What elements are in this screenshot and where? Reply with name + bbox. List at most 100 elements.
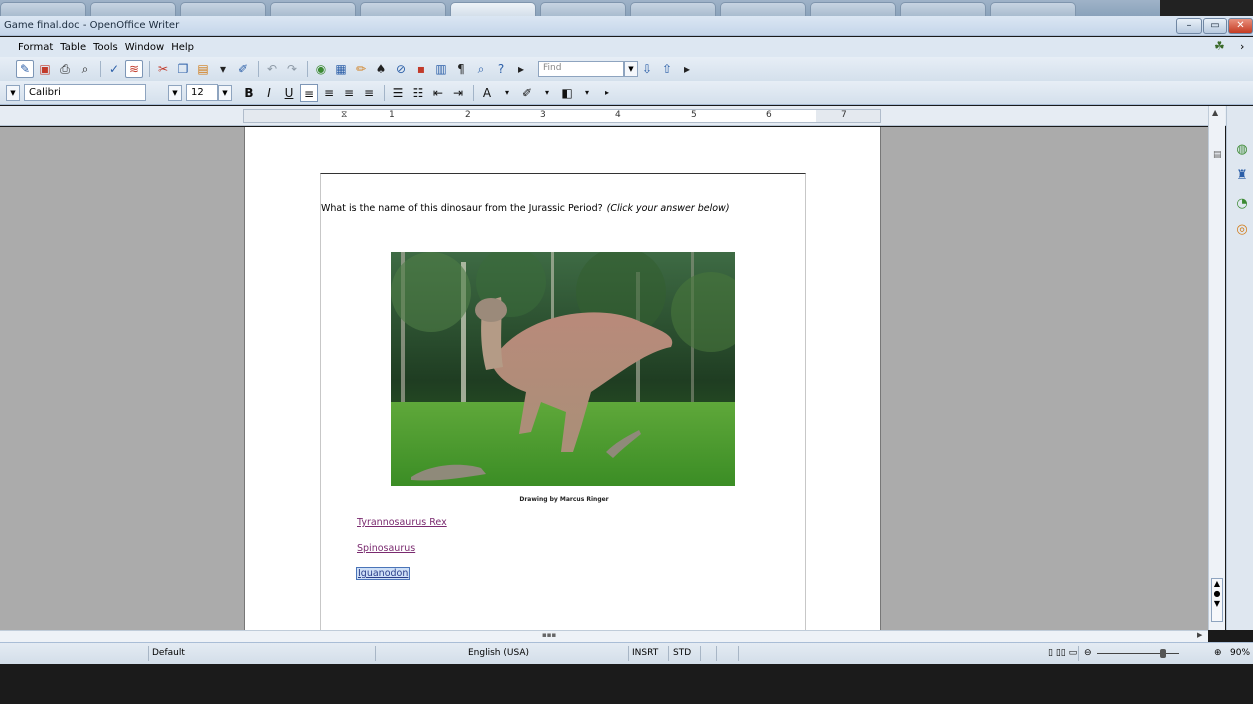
- background-color-icon[interactable]: ◧: [558, 84, 576, 102]
- dinosaur-image[interactable]: [391, 252, 735, 486]
- print-icon[interactable]: ⎙: [56, 60, 74, 78]
- page-navigation-control[interactable]: ▲ ● ▼: [1211, 578, 1223, 622]
- paste-dropdown-icon[interactable]: ▾: [214, 60, 232, 78]
- font-name-dropdown[interactable]: ▼: [168, 84, 182, 101]
- formatting-marks-icon[interactable]: ¶: [452, 60, 470, 78]
- redo-icon[interactable]: ↷: [283, 60, 301, 78]
- background-tab[interactable]: [630, 2, 716, 16]
- export-pdf-icon[interactable]: ▣: [36, 60, 54, 78]
- edit-file-icon[interactable]: ✎: [16, 60, 34, 78]
- draw-functions-icon[interactable]: ✏: [352, 60, 370, 78]
- view-layout-icon[interactable]: ▯ ▯▯ ▭: [1048, 648, 1077, 658]
- background-tab[interactable]: [900, 2, 986, 16]
- background-tab[interactable]: [540, 2, 626, 16]
- font-size-field[interactable]: 12: [186, 84, 218, 101]
- decrease-indent-icon[interactable]: ⇤: [429, 84, 447, 102]
- maximize-button[interactable]: ▭: [1203, 18, 1227, 34]
- scroll-up-icon[interactable]: ▲: [1212, 108, 1218, 117]
- chevron-right-icon[interactable]: ›: [1240, 40, 1244, 53]
- zoom-level[interactable]: 90%: [1230, 648, 1250, 658]
- indent-marker-icon[interactable]: ⧖: [341, 110, 347, 120]
- horizontal-ruler[interactable]: ⧖ 1 2 3 4 5 6 7: [243, 109, 881, 123]
- insert-mode-indicator[interactable]: INSRT: [632, 648, 658, 658]
- close-button[interactable]: ✕: [1228, 18, 1253, 34]
- language-indicator[interactable]: English (USA): [468, 648, 529, 658]
- answer-link-spinosaurus[interactable]: Spinosaurus: [357, 543, 415, 554]
- background-tab[interactable]: [720, 2, 806, 16]
- background-tab[interactable]: [90, 2, 176, 16]
- hyperlink-icon[interactable]: ◉: [312, 60, 330, 78]
- horizontal-scrollbar[interactable]: ▪▪▪ ▶: [0, 630, 1208, 642]
- paragraph-style-dropdown[interactable]: ▼: [6, 84, 20, 101]
- justify-icon[interactable]: ≡: [360, 84, 378, 102]
- autospellcheck-icon[interactable]: ≋: [125, 60, 143, 78]
- background-tab[interactable]: [180, 2, 266, 16]
- zoom-out-icon[interactable]: ⊖: [1084, 648, 1092, 658]
- bullets-icon[interactable]: ☷: [409, 84, 427, 102]
- paste-icon[interactable]: ▤: [194, 60, 212, 78]
- italic-button[interactable]: I: [260, 84, 278, 102]
- answer-link-iguanodon[interactable]: Iguanodon: [355, 567, 411, 580]
- background-tab[interactable]: [810, 2, 896, 16]
- menu-table[interactable]: Table: [60, 42, 86, 53]
- functions-icon[interactable]: ◎: [1234, 222, 1250, 238]
- zoom-icon[interactable]: ⌕: [472, 60, 490, 78]
- align-left-icon[interactable]: ≡: [300, 83, 318, 102]
- background-tab[interactable]: [270, 2, 356, 16]
- numbering-icon[interactable]: ☰: [389, 84, 407, 102]
- find-input[interactable]: Find: [538, 61, 624, 77]
- font-color-dropdown-icon[interactable]: ▾: [498, 84, 516, 102]
- find-previous-icon[interactable]: ⇧: [658, 60, 676, 78]
- zoom-in-icon[interactable]: ⊕: [1214, 648, 1222, 658]
- answer-link-tyrannosaurus[interactable]: Tyrannosaurus Rex: [357, 517, 447, 528]
- bold-button[interactable]: B: [240, 84, 258, 102]
- menu-help[interactable]: Help: [171, 42, 194, 53]
- highlighting-dropdown-icon[interactable]: ▾: [538, 84, 556, 102]
- clone-formatting-icon[interactable]: ✐: [234, 60, 252, 78]
- underline-button[interactable]: U: [280, 84, 298, 102]
- find-next-icon[interactable]: ⇩: [638, 60, 656, 78]
- find-dropdown-icon[interactable]: ▼: [624, 61, 638, 77]
- copy-icon[interactable]: ❐: [174, 60, 192, 78]
- selection-mode-indicator[interactable]: STD: [673, 648, 691, 658]
- zoom-slider[interactable]: [1097, 653, 1179, 654]
- minimize-button[interactable]: –: [1176, 18, 1202, 34]
- cut-icon[interactable]: ✂: [154, 60, 172, 78]
- page-style[interactable]: Default: [152, 648, 185, 658]
- toolbar-options-icon[interactable]: ▸: [512, 60, 530, 78]
- update-icon[interactable]: ☘: [1214, 39, 1225, 53]
- navigator-icon[interactable]: ⊘: [392, 60, 410, 78]
- background-tab[interactable]: [0, 2, 86, 16]
- navigator-icon[interactable]: ◔: [1234, 196, 1250, 212]
- help-icon[interactable]: ?: [492, 60, 510, 78]
- highlighting-icon[interactable]: ✐: [518, 84, 536, 102]
- menu-format[interactable]: Format: [18, 42, 53, 53]
- print-preview-icon[interactable]: ⌕: [76, 60, 94, 78]
- vertical-scrollbar[interactable]: ▲ ▤ ▲ ● ▼: [1208, 106, 1225, 630]
- align-right-icon[interactable]: ≡: [340, 84, 358, 102]
- scroll-grip-icon[interactable]: ▪▪▪: [542, 631, 556, 639]
- menu-window[interactable]: Window: [125, 42, 164, 53]
- background-tab[interactable]: [450, 2, 536, 16]
- zoom-slider-handle[interactable]: [1160, 649, 1166, 658]
- increase-indent-icon[interactable]: ⇥: [449, 84, 467, 102]
- spellcheck-icon[interactable]: ✓: [105, 60, 123, 78]
- background-color-dropdown-icon[interactable]: ▾: [578, 84, 596, 102]
- undo-icon[interactable]: ↶: [263, 60, 281, 78]
- background-tab[interactable]: [360, 2, 446, 16]
- scroll-right-icon[interactable]: ▶: [1197, 631, 1202, 639]
- gallery-icon[interactable]: ♜: [1234, 168, 1250, 184]
- scroll-split-icon[interactable]: ▤: [1213, 150, 1222, 160]
- menu-tools[interactable]: Tools: [93, 42, 118, 53]
- font-size-dropdown[interactable]: ▼: [218, 84, 232, 101]
- gallery-icon[interactable]: ▪: [412, 60, 430, 78]
- find-replace-icon[interactable]: ♠: [372, 60, 390, 78]
- globe-icon[interactable]: ◍: [1234, 142, 1250, 158]
- align-center-icon[interactable]: ≡: [320, 84, 338, 102]
- font-name-field[interactable]: Calibri: [24, 84, 146, 101]
- text-boundaries[interactable]: What is the name of this dinosaur from t…: [320, 173, 806, 633]
- document-page[interactable]: What is the name of this dinosaur from t…: [244, 127, 881, 633]
- font-color-icon[interactable]: A: [478, 84, 496, 102]
- background-tab[interactable]: [990, 2, 1076, 16]
- table-icon[interactable]: ▦: [332, 60, 350, 78]
